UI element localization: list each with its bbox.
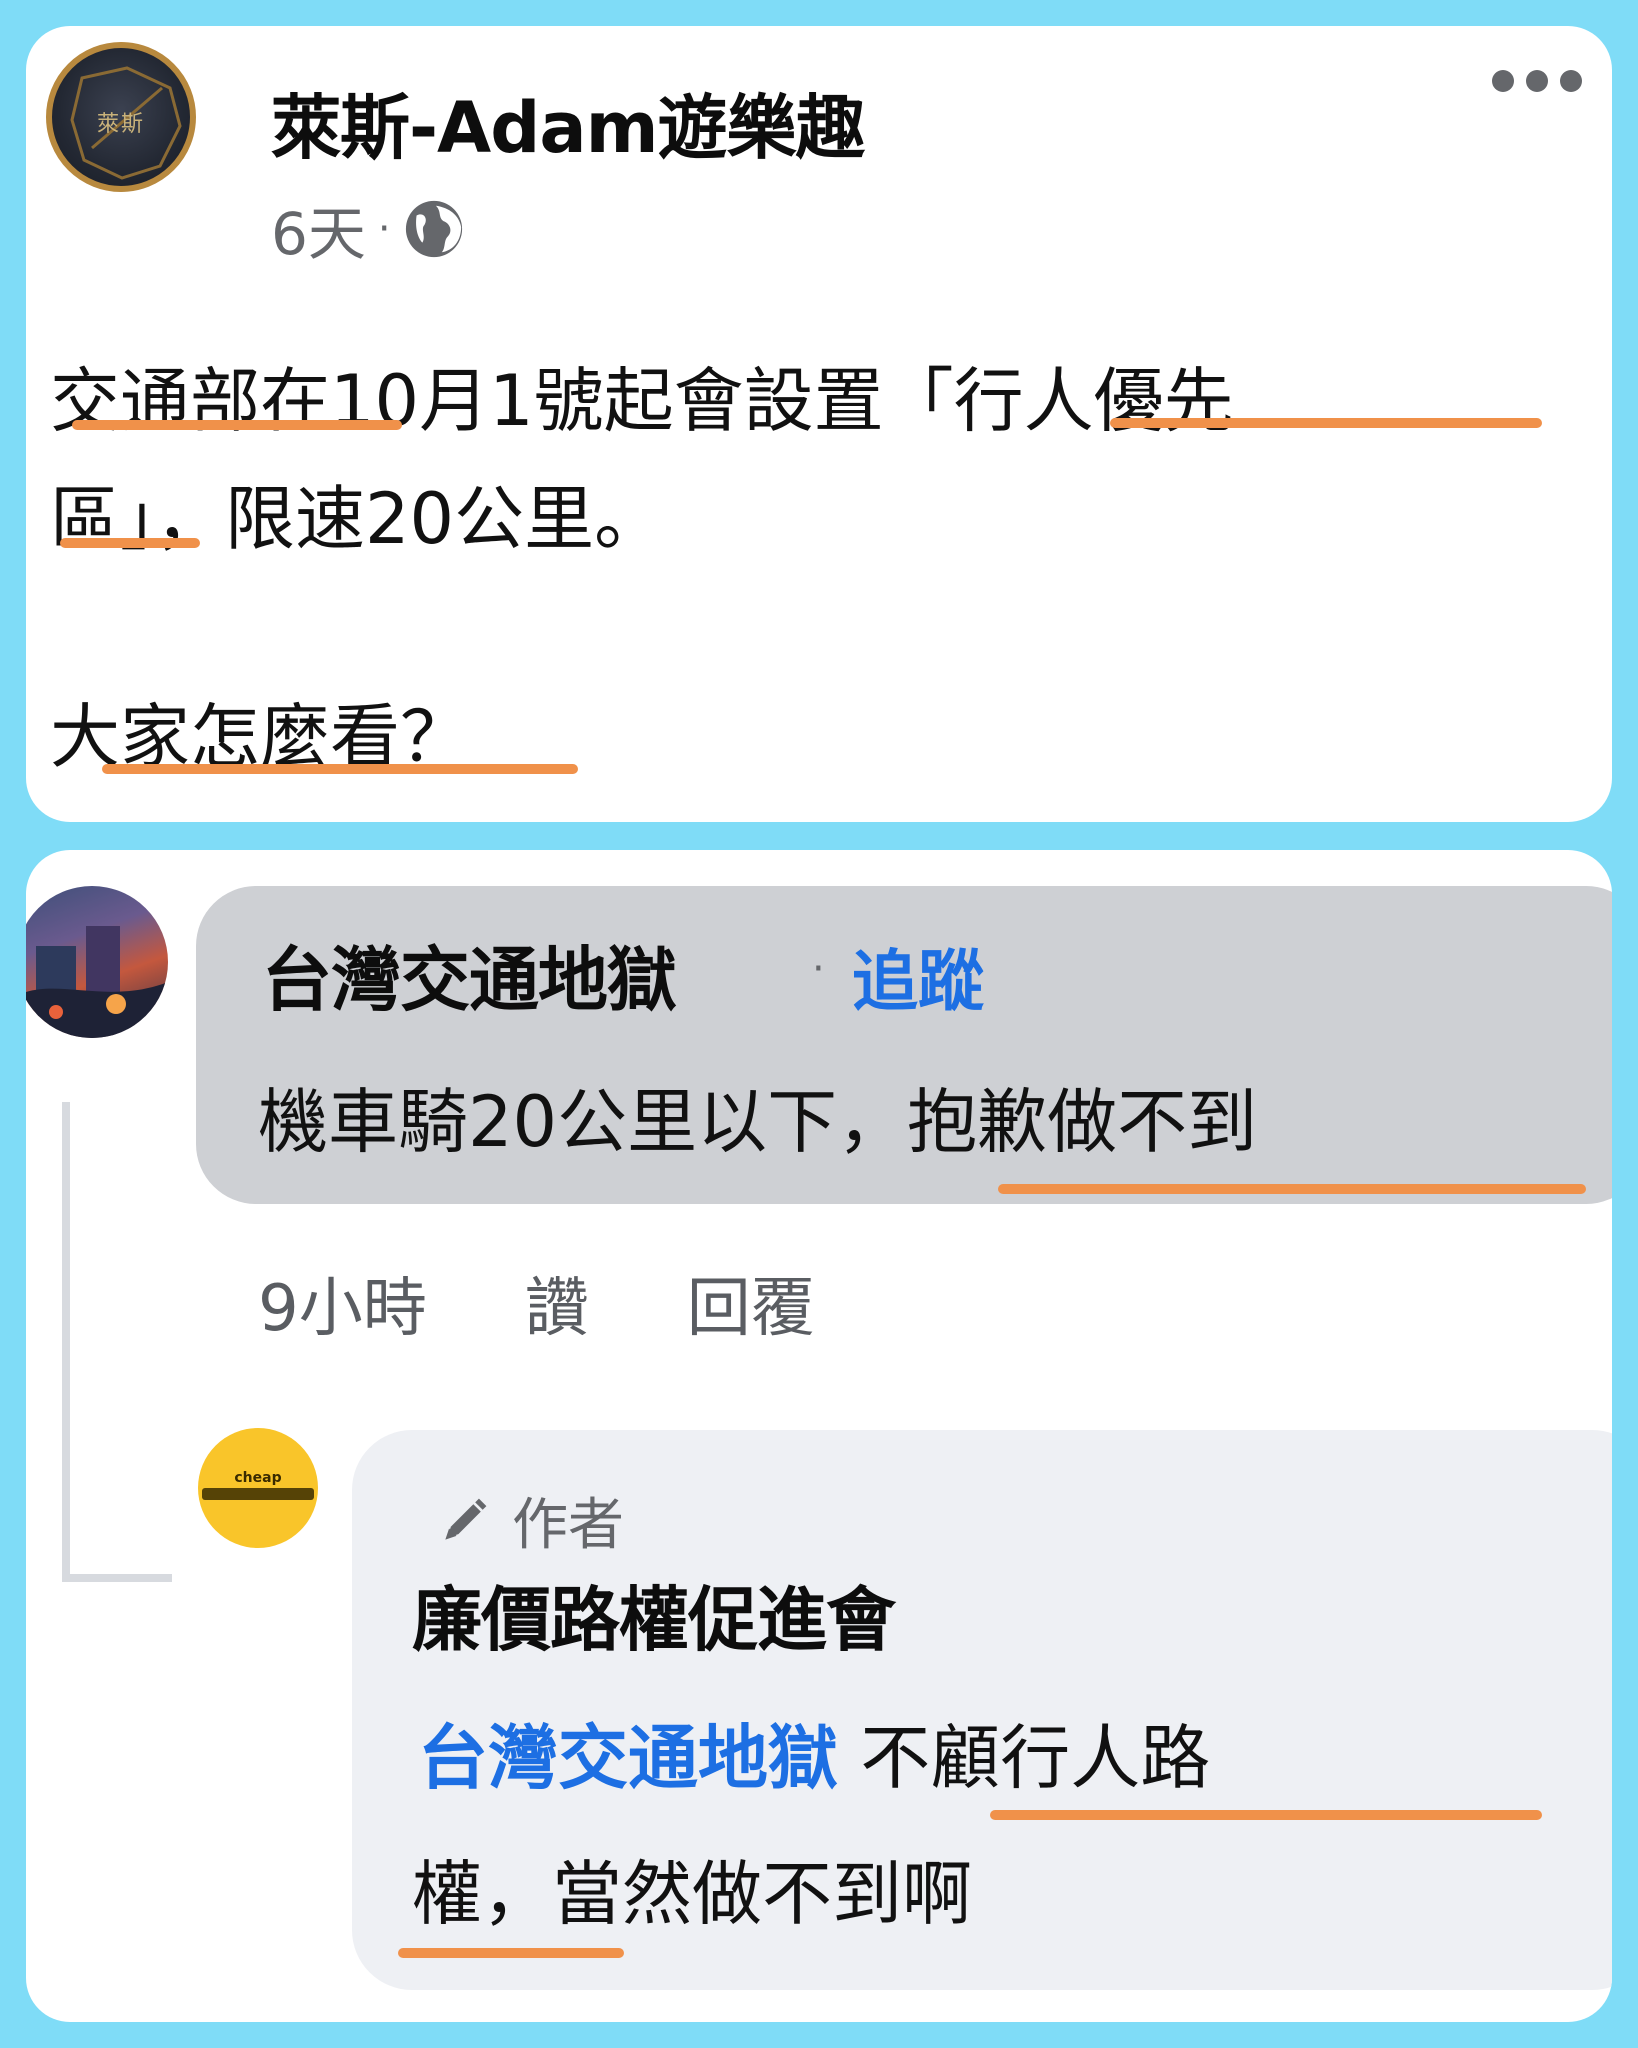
thread-connector: [62, 1574, 172, 1582]
comment-separator: ·: [812, 946, 825, 992]
avatar-art: [26, 926, 168, 1038]
reply-text-rest: 不顧行人路: [860, 1717, 1211, 1799]
comment-author[interactable]: 台灣交通地獄: [262, 924, 677, 1025]
highlight-underline: [398, 1948, 624, 1958]
post-meta: 6天 ·: [271, 194, 465, 268]
comment-time[interactable]: 9小時: [258, 1257, 427, 1349]
highlight-underline: [102, 764, 578, 774]
reply-button[interactable]: 回覆: [687, 1257, 815, 1349]
author-badge: 作者: [436, 1480, 624, 1561]
post-text-line-3: 大家怎麼看？: [50, 696, 470, 778]
mention-link[interactable]: 台灣交通地獄: [418, 1717, 838, 1799]
reply-text-line-2: 權，當然做不到啊: [412, 1853, 972, 1935]
reply-author[interactable]: 廉價路權促進會: [412, 1564, 896, 1665]
reply-avatar-text: cheap: [234, 1470, 282, 1486]
follow-button[interactable]: 追蹤: [852, 928, 984, 1024]
highlight-underline: [998, 1184, 1586, 1194]
like-button[interactable]: 讚: [525, 1257, 589, 1349]
reply-text-line-1: 台灣交通地獄 不顧行人路: [418, 1702, 1210, 1803]
highlight-underline: [72, 420, 402, 430]
comments-card: 台灣交通地獄 · 追蹤 機車騎20公里以下，抱歉做不到 9小時 讚 回覆 che…: [26, 850, 1612, 2022]
globe-icon: [405, 200, 462, 258]
reply-avatar[interactable]: cheap: [198, 1428, 318, 1548]
post-time[interactable]: 6天: [271, 187, 366, 271]
meta-separator: ·: [377, 206, 391, 252]
thread-line: [62, 1102, 70, 1582]
more-icon[interactable]: [1492, 66, 1582, 96]
highlight-underline: [1110, 418, 1542, 428]
page-avatar[interactable]: 萊斯: [46, 42, 196, 192]
post-card: 萊斯 萊斯-Adam遊樂趣 6天 · 交通部在10月1號起會設置「行人優先 區」…: [26, 26, 1612, 822]
avatar-logo-text: 萊斯: [96, 112, 145, 137]
commenter-avatar[interactable]: [26, 886, 168, 1038]
comment-text: 機車騎20公里以下，抱歉做不到: [258, 1081, 1258, 1163]
pencil-icon: [445, 1498, 487, 1540]
page-name[interactable]: 萊斯-Adam遊樂趣: [271, 72, 866, 173]
highlight-underline: [60, 538, 200, 548]
reply-avatar-logo: [202, 1488, 314, 1500]
highlight-underline: [990, 1810, 1542, 1820]
author-badge-label: 作者: [512, 1493, 624, 1558]
comment-actions: 9小時 讚 回覆: [258, 1258, 913, 1348]
